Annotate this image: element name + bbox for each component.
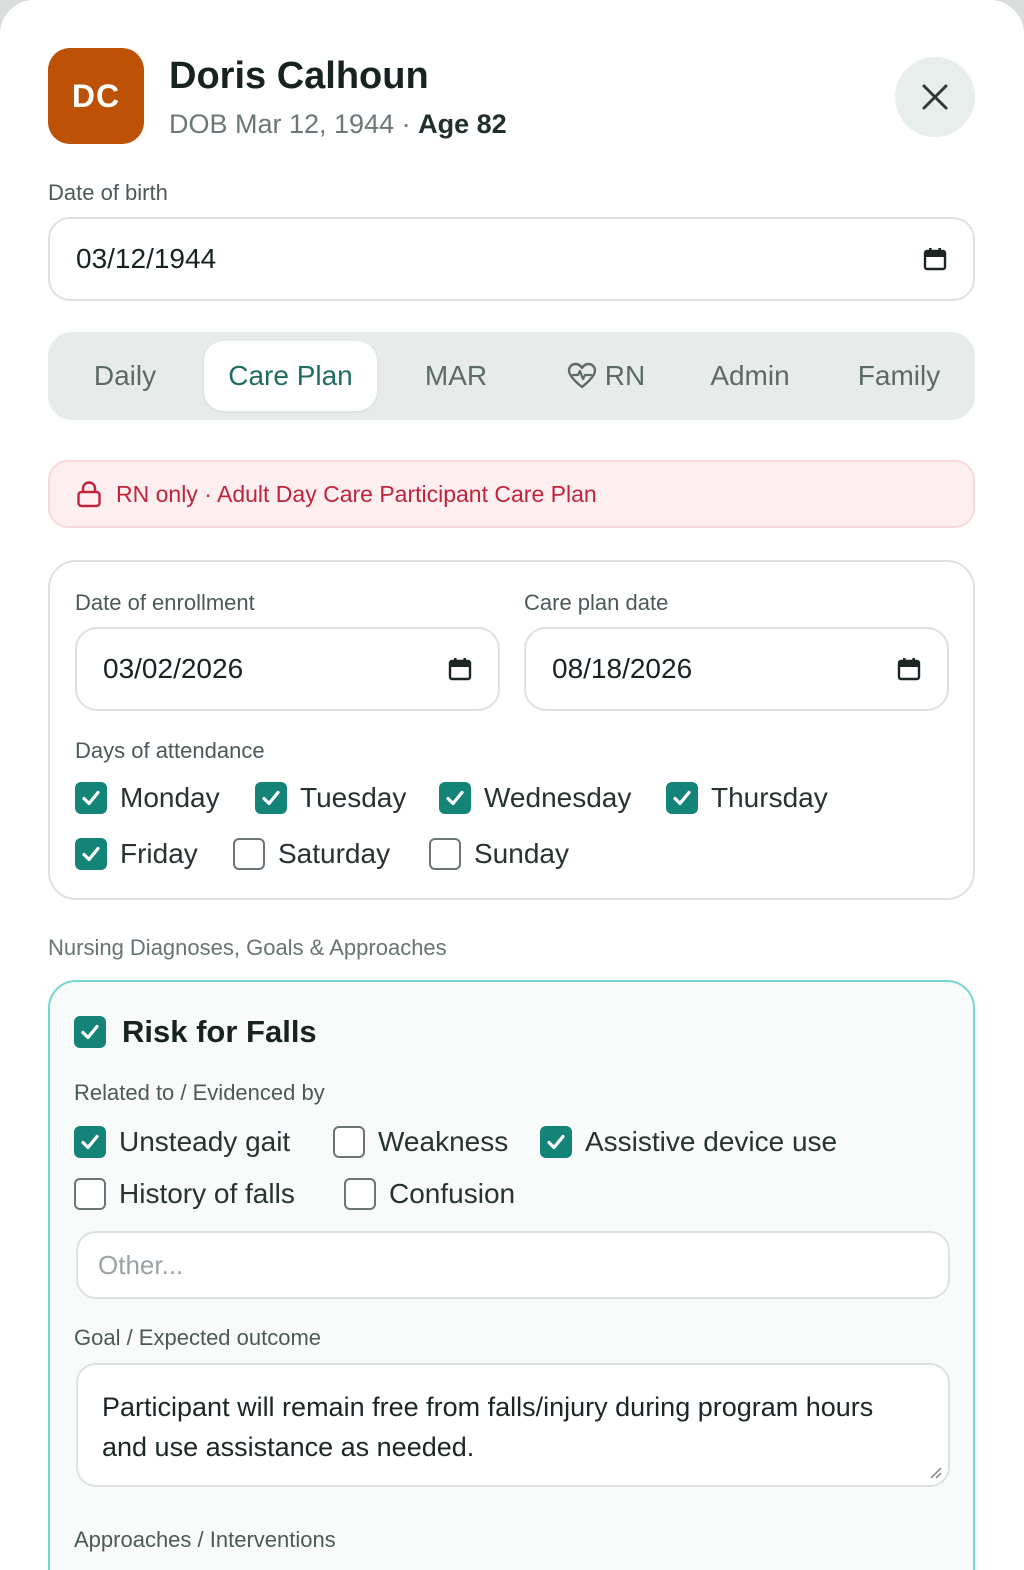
tab-label: RN <box>604 360 646 391</box>
tab-admin[interactable]: Admin <box>691 341 809 411</box>
checkmark-icon <box>673 790 691 806</box>
goal-label: Goal / Expected outcome <box>74 1325 322 1350</box>
checkbox-label: Confusion <box>389 1178 516 1209</box>
calendar-icon[interactable] <box>897 657 921 681</box>
tab-bar: Daily Care Plan MAR RN Admin Family <box>48 332 975 420</box>
enrollment-date-label: Date of enrollment <box>75 590 255 615</box>
calendar-icon[interactable] <box>448 657 472 681</box>
factor-checkbox-unsteady-gait[interactable]: Unsteady gait <box>74 1126 290 1158</box>
diagnoses-section-title: Nursing Diagnoses, Goals & Approaches <box>48 935 447 960</box>
day-checkbox-friday[interactable]: Friday <box>75 838 198 870</box>
checkbox-box[interactable] <box>75 838 107 870</box>
care-plan-date-label: Care plan date <box>524 590 669 615</box>
lock-icon <box>77 481 101 508</box>
close-button[interactable] <box>895 57 975 137</box>
dob-text: DOB Mar 12, 1944 · <box>169 109 419 139</box>
close-icon <box>922 84 948 110</box>
checkbox-label: Thursday <box>711 782 828 813</box>
checkbox-label: History of falls <box>119 1178 295 1209</box>
enrollment-date-value: 03/02/2026 <box>103 653 244 684</box>
days-label: Days of attendance <box>75 738 265 763</box>
dob-value: 03/12/1944 <box>76 243 217 274</box>
day-checkbox-monday[interactable]: Monday <box>75 782 220 814</box>
checkbox-box[interactable] <box>344 1178 376 1210</box>
banner-text: RN only · Adult Day Care Participant Car… <box>116 480 597 507</box>
enrollment-card: Date of enrollment 03/02/2026 Care plan … <box>48 560 975 900</box>
checkbox-label: Friday <box>120 838 198 869</box>
patient-name: Doris Calhoun <box>169 55 429 97</box>
tab-family[interactable]: Family <box>840 341 958 411</box>
checkbox-box[interactable] <box>233 838 265 870</box>
diagnosis-checkbox-risk-for-falls[interactable]: Risk for Falls <box>74 1014 317 1050</box>
day-checkbox-wednesday[interactable]: Wednesday <box>439 782 631 814</box>
checkbox-label: Unsteady gait <box>119 1126 291 1157</box>
day-checkbox-tuesday[interactable]: Tuesday <box>255 782 406 814</box>
goal-text: Participant will remain free from falls/… <box>102 1392 874 1462</box>
checkmark-icon <box>446 790 464 806</box>
day-checkbox-saturday[interactable]: Saturday <box>233 838 390 870</box>
day-checkbox-thursday[interactable]: Thursday <box>666 782 828 814</box>
checkbox-box[interactable] <box>75 782 107 814</box>
checkbox-box[interactable] <box>439 782 471 814</box>
care-plan-date-input[interactable]: 08/18/2026 <box>524 627 949 711</box>
factor-checkbox-confusion[interactable]: Confusion <box>344 1178 515 1210</box>
tab-label: Admin <box>710 360 790 391</box>
checkmark-icon <box>81 1024 99 1040</box>
checkbox-label: Assistive device use <box>585 1126 838 1157</box>
patient-dob-line: DOB Mar 12, 1944 · Age 82 <box>169 109 507 140</box>
care-plan-date-value: 08/18/2026 <box>552 653 693 684</box>
checkbox-label: Weakness <box>378 1126 509 1157</box>
other-placeholder: Other... <box>98 1249 184 1280</box>
checkbox-label: Saturday <box>278 838 391 869</box>
checkbox-box[interactable] <box>429 838 461 870</box>
checkbox-box[interactable] <box>666 782 698 814</box>
diagnosis-title: Risk for Falls <box>122 1014 317 1049</box>
checkbox-box[interactable] <box>74 1178 106 1210</box>
tab-care-plan[interactable]: Care Plan <box>204 341 377 411</box>
goal-textarea[interactable]: Participant will remain free from falls/… <box>76 1363 950 1487</box>
checkbox-box[interactable] <box>74 1126 106 1158</box>
dob-input[interactable]: 03/12/1944 <box>48 217 975 301</box>
checkmark-icon <box>82 846 100 862</box>
calendar-icon[interactable] <box>923 247 947 271</box>
tab-label: Care Plan <box>228 360 353 391</box>
checkbox-box[interactable] <box>540 1126 572 1158</box>
checkbox-box[interactable] <box>74 1016 106 1048</box>
patient-sheet: DC Doris Calhoun DOB Mar 12, 1944 · Age … <box>0 0 1024 1570</box>
checkmark-icon <box>81 1134 99 1150</box>
day-checkbox-sunday[interactable]: Sunday <box>429 838 569 870</box>
approaches-label: Approaches / Interventions <box>74 1527 336 1552</box>
checkmark-icon <box>82 790 100 806</box>
checkbox-box[interactable] <box>255 782 287 814</box>
diagnosis-card: Risk for Falls Related to / Evidenced by… <box>48 980 975 1570</box>
other-input[interactable]: Other... <box>76 1231 950 1299</box>
checkbox-label: Wednesday <box>484 782 632 813</box>
tab-label: Family <box>857 360 941 391</box>
avatar: DC <box>48 48 144 144</box>
factor-checkbox-assistive-device-use[interactable]: Assistive device use <box>540 1126 837 1158</box>
related-label: Related to / Evidenced by <box>74 1080 325 1105</box>
avatar-initials: DC <box>71 77 121 114</box>
checkbox-label: Tuesday <box>300 782 407 813</box>
checkmark-icon <box>547 1134 565 1150</box>
resize-grip-icon[interactable] <box>928 1465 942 1479</box>
rn-only-banner: RN only · Adult Day Care Participant Car… <box>48 460 975 528</box>
checkbox-box[interactable] <box>333 1126 365 1158</box>
enrollment-date-input[interactable]: 03/02/2026 <box>75 627 500 711</box>
factor-checkbox-weakness[interactable]: Weakness <box>333 1126 508 1158</box>
factor-checkbox-history-of-falls[interactable]: History of falls <box>74 1178 295 1210</box>
tab-label: Daily <box>93 360 157 391</box>
tab-daily[interactable]: Daily <box>64 341 186 411</box>
checkbox-label: Monday <box>120 782 220 813</box>
tab-label: MAR <box>424 360 488 391</box>
checkmark-icon <box>262 790 280 806</box>
dob-label: Date of birth <box>48 180 168 205</box>
checkbox-label: Sunday <box>474 838 569 869</box>
tab-rn[interactable]: RN <box>548 341 664 411</box>
heart-pulse-icon <box>567 362 596 389</box>
tab-mar[interactable]: MAR <box>398 341 514 411</box>
age-text: Age 82 <box>418 109 507 139</box>
